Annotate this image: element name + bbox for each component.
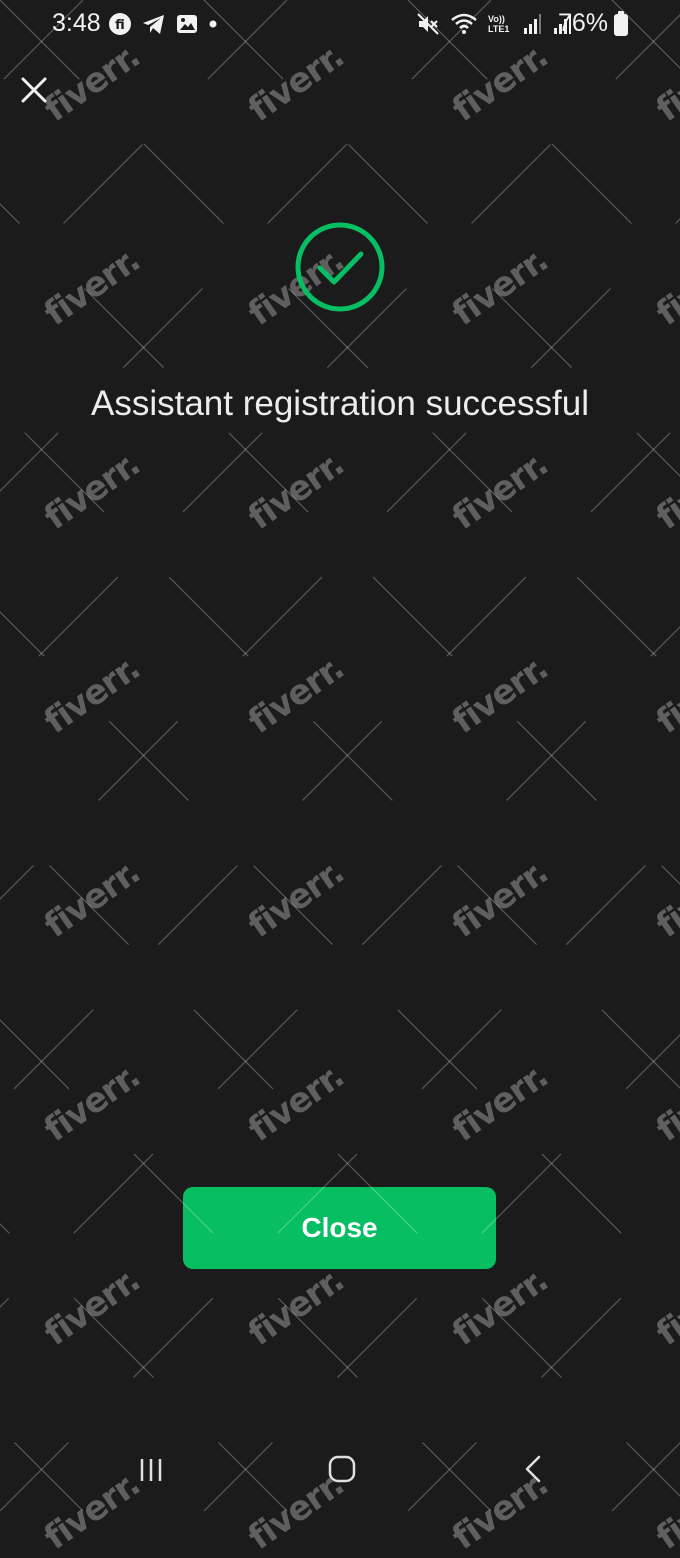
dot-icon (209, 20, 217, 28)
watermark-line (0, 0, 288, 288)
back-icon[interactable] (520, 1454, 546, 1484)
watermark-text: fiverr. (445, 1056, 556, 1150)
watermark-text: fiverr. (241, 852, 352, 946)
watermark-text: fiverr. (37, 444, 148, 538)
watermark-text: fiverr. (37, 648, 148, 742)
watermark-line (0, 0, 492, 492)
status-left-icons: fi (108, 12, 218, 36)
home-icon[interactable] (327, 1454, 357, 1484)
watermark-text: fiverr. (241, 1260, 352, 1354)
watermark-line (0, 1019, 492, 1511)
watermark-text: fiverr. (241, 1056, 352, 1150)
mute-icon (417, 13, 439, 35)
watermark-text: fiverr. (37, 1260, 148, 1354)
success-title: Assistant registration successful (91, 384, 589, 423)
status-right-icons: Vo)) LTE1 (416, 12, 572, 36)
watermark-line (407, 1238, 680, 1511)
watermark-line (611, 1442, 680, 1511)
watermark-line (407, 0, 680, 273)
close-icon[interactable] (18, 74, 50, 106)
fi-app-icon: fi (109, 13, 131, 35)
watermark-text: fiverr. (445, 852, 556, 946)
watermark-text: fiverr. (649, 852, 680, 946)
watermark-text: fiverr. (445, 648, 556, 742)
battery-percent: 76% (557, 9, 608, 37)
signal-icon (524, 14, 541, 34)
watermark-text: fiverr. (649, 444, 680, 538)
status-time: 3:48 (52, 9, 101, 37)
watermark-text: fiverr. (37, 1056, 148, 1150)
watermark-text: fiverr. (241, 648, 352, 742)
watermark-line (203, 1034, 680, 1511)
watermark-text: fiverr. (649, 1260, 680, 1354)
gallery-icon (177, 15, 197, 33)
battery-icon (614, 11, 628, 36)
watermark-text: fiverr. (37, 240, 148, 334)
watermark-line (0, 1223, 288, 1511)
watermark-line (0, 1427, 84, 1511)
watermark-text: fiverr. (649, 240, 680, 334)
wifi-icon (451, 13, 477, 34)
watermark-text: fiverr. (649, 1056, 680, 1150)
watermark-text: fiverr. (649, 648, 680, 742)
telegram-icon (143, 15, 164, 34)
status-bar: 3:48 fi Vo)) LTE1 76% (0, 0, 680, 52)
watermark-text: fiverr. (445, 444, 556, 538)
volte-icon: Vo)) LTE1 (488, 14, 510, 34)
watermark-text: fiverr. (37, 852, 148, 946)
recents-icon[interactable] (138, 1457, 166, 1483)
close-button[interactable]: Close (183, 1187, 496, 1269)
navigation-bar (0, 1430, 680, 1511)
watermark-line (203, 0, 680, 477)
check-circle-icon (294, 221, 386, 313)
watermark-line (611, 0, 680, 69)
watermark-text: fiverr. (241, 444, 352, 538)
watermark-text: fiverr. (445, 240, 556, 334)
watermark-text: fiverr. (445, 1260, 556, 1354)
svg-text:fi: fi (115, 18, 125, 33)
watermark-line (0, 0, 84, 84)
close-button-label: Close (301, 1212, 378, 1243)
